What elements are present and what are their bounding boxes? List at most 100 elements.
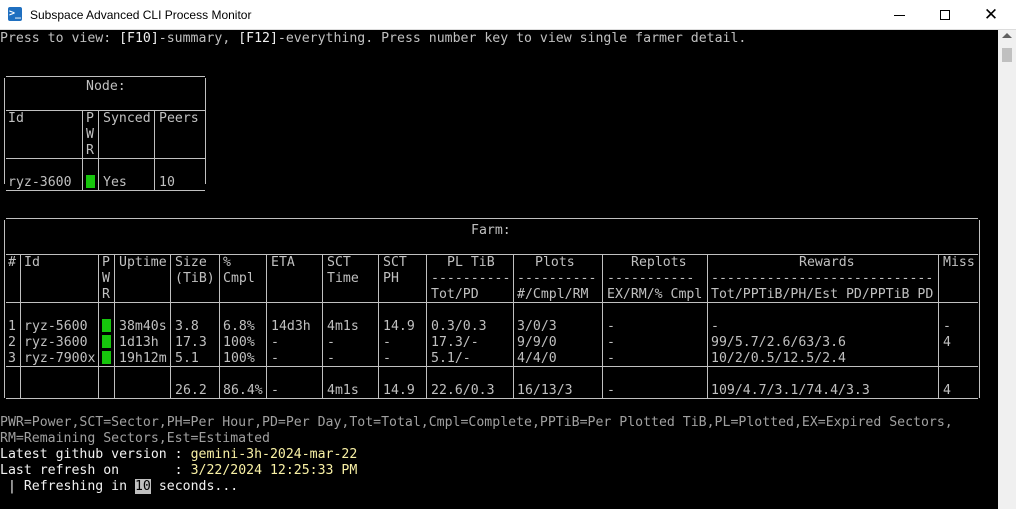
row-cmpl: 6.8% <box>223 319 255 334</box>
row-cmpl: 100% <box>223 335 255 350</box>
row-pl-tib: 5.1/- <box>431 351 471 366</box>
power-indicator-icon <box>102 319 111 332</box>
total-sct-ph: 14.9 <box>383 383 415 398</box>
node-header-synced: Synced <box>103 111 151 126</box>
row-uptime: 1d13h <box>119 335 159 350</box>
row-sct-time: 4m1s <box>327 319 359 334</box>
row-power <box>102 335 111 351</box>
row-rewards: - <box>711 319 719 334</box>
close-icon: ✕ <box>983 4 999 25</box>
farm-header-replots-1: Replots <box>631 255 687 270</box>
row-cmpl: 100% <box>223 351 255 366</box>
row-sct-ph: - <box>383 351 391 366</box>
farm-header-cmpl-1: % <box>223 255 231 270</box>
row-power <box>102 351 111 367</box>
vertical-scrollbar[interactable] <box>998 30 1016 509</box>
farm-header-pl-tib-1: PL TiB <box>447 255 495 270</box>
row-pl-tib: 0.3/0.3 <box>431 319 487 334</box>
farm-header-pl-tib-3: Tot/PD <box>431 287 479 302</box>
node-row-id: ryz-3600 <box>8 175 72 190</box>
minimize-button[interactable] <box>876 0 922 30</box>
node-row-power <box>86 175 95 191</box>
row-sct-time: - <box>327 351 335 366</box>
row-size: 3.8 <box>175 319 199 334</box>
close-button[interactable]: ✕ <box>968 0 1014 30</box>
farm-header-replots-3: EX/RM/% Cmpl <box>607 287 703 302</box>
row-id: ryz-5600 <box>24 319 88 334</box>
farm-header-size-1: Size <box>175 255 207 270</box>
scrollbar-thumb[interactable] <box>1002 48 1012 62</box>
total-miss: 4 <box>943 383 951 398</box>
terminal-icon: >_ <box>8 7 22 21</box>
power-indicator-icon <box>102 335 111 348</box>
row-power <box>102 319 111 335</box>
node-header-pwr-3: R <box>86 143 94 158</box>
farm-header-pl-tib-2: ---------- <box>431 271 511 286</box>
row-pl-tib: 17.3/- <box>431 335 479 350</box>
row-size: 17.3 <box>175 335 207 350</box>
farm-header-num: # <box>8 255 16 270</box>
node-header-pwr-1: P <box>86 111 94 126</box>
farm-header-pwr-2: W <box>102 271 110 286</box>
farm-header-plots-2: ---------- <box>517 271 597 286</box>
total-rewards: 109/4.7/3.1/74.4/3.3 <box>711 383 870 398</box>
github-version-value: gemini-3h-2024-mar-22 <box>190 447 358 462</box>
row-rewards: 99/5.7/2.6/63/3.6 <box>711 335 846 350</box>
row-num: 2 <box>8 335 16 350</box>
row-plots: 4/4/0 <box>517 351 557 366</box>
farm-title: Farm: <box>471 223 511 238</box>
node-header-peers: Peers <box>159 111 199 126</box>
power-indicator-icon <box>86 175 95 188</box>
power-indicator-icon <box>102 351 111 364</box>
last-refresh-value: 3/22/2024 12:25:33 PM <box>190 463 358 478</box>
scroll-up-arrow-icon[interactable] <box>1002 33 1012 38</box>
farm-header-plots-3: #/Cmpl/RM <box>517 287 589 302</box>
total-sct-time: 4m1s <box>327 383 359 398</box>
farm-header-rewards-1: Rewards <box>799 255 855 270</box>
farm-header-pwr-3: R <box>102 287 110 302</box>
node-header-id: Id <box>8 111 24 126</box>
farm-header-rewards-3: Tot/PPTiB/PH/Est PD/PPTiB PD <box>711 287 934 302</box>
maximize-icon <box>940 10 950 20</box>
row-sct-time: - <box>327 335 335 350</box>
row-num: 3 <box>8 351 16 366</box>
row-replots: - <box>607 335 615 350</box>
farm-header-sct-time-2: Time <box>327 271 359 286</box>
farm-header-rewards-2: ---------------------------- <box>711 271 934 286</box>
row-uptime: 38m40s <box>119 319 167 334</box>
farm-header-sct-ph-1: SCT <box>383 255 407 270</box>
total-eta: - <box>271 383 279 398</box>
row-replots: - <box>607 319 615 334</box>
key-help-line: Press to view: [F10]-summary, [F12]-ever… <box>0 31 747 46</box>
row-sct-ph: 14.9 <box>383 319 415 334</box>
row-miss: 4 <box>943 335 951 350</box>
title-bar: >_ Subspace Advanced CLI Process Monitor… <box>0 0 1016 30</box>
row-miss: - <box>943 319 951 334</box>
total-cmpl: 86.4% <box>223 383 263 398</box>
row-sct-ph: - <box>383 335 391 350</box>
row-replots: - <box>607 351 615 366</box>
row-id: ryz-7900x <box>24 351 96 366</box>
console-area[interactable]: Press to view: [F10]-summary, [F12]-ever… <box>0 30 998 509</box>
node-header-pwr-2: W <box>86 127 94 142</box>
github-version-line: Latest github version : gemini-3h-2024-m… <box>0 447 358 462</box>
farm-header-plots-1: Plots <box>535 255 575 270</box>
farm-header-size-2: (TiB) <box>175 271 215 286</box>
row-num: 1 <box>8 319 16 334</box>
farm-header-miss: Miss <box>943 255 975 270</box>
row-size: 5.1 <box>175 351 199 366</box>
maximize-button[interactable] <box>922 0 968 30</box>
row-eta: 14d3h <box>271 319 311 334</box>
total-plots: 16/13/3 <box>517 383 573 398</box>
node-title: Node: <box>86 79 126 94</box>
farm-header-sct-ph-2: PH <box>383 271 399 286</box>
window-title: Subspace Advanced CLI Process Monitor <box>30 8 252 22</box>
row-uptime: 19h12m <box>119 351 167 366</box>
node-row-peers: 10 <box>159 175 175 190</box>
total-replots: - <box>607 383 615 398</box>
row-rewards: 10/2/0.5/12.5/2.4 <box>711 351 846 366</box>
farm-header-pwr-1: P <box>102 255 110 270</box>
last-refresh-line: Last refresh on : 3/22/2024 12:25:33 PM <box>0 463 358 478</box>
refresh-countdown-line: | Refreshing in 10 seconds... <box>0 479 239 494</box>
total-pl-tib: 22.6/0.3 <box>431 383 495 398</box>
